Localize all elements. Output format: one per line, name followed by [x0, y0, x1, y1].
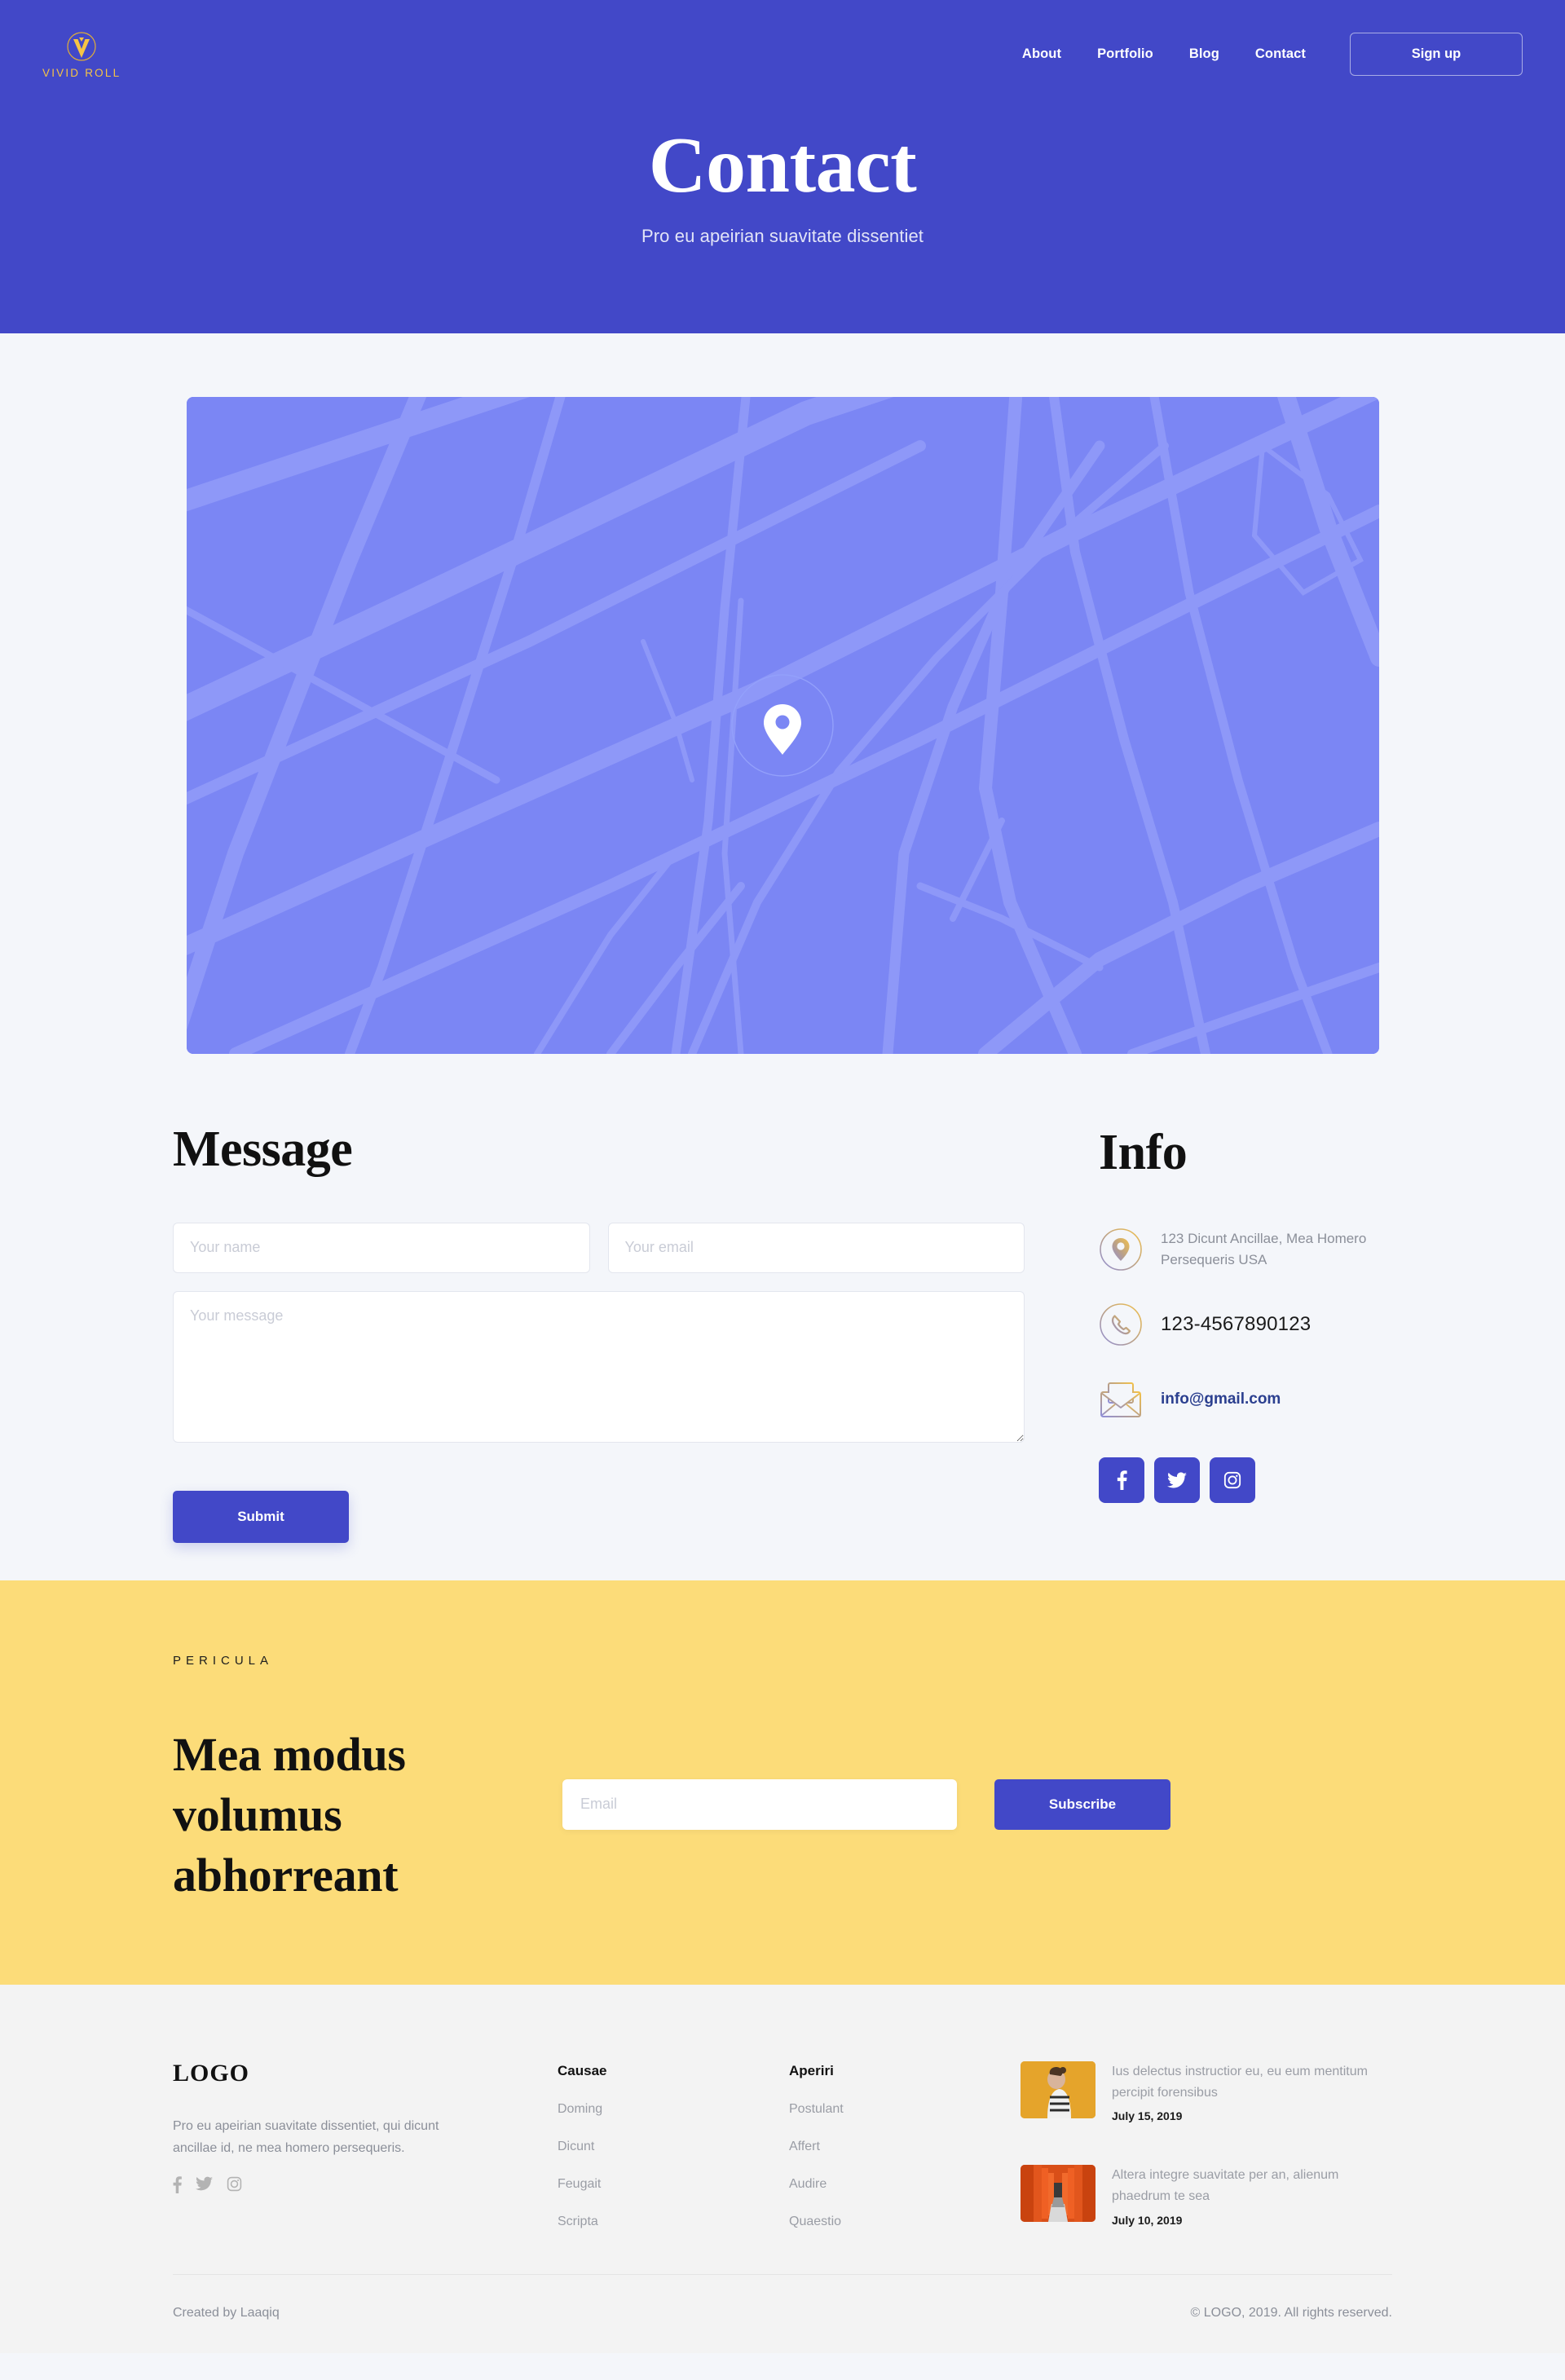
info-item-email: info@gmail.com	[1099, 1377, 1392, 1421]
phone-text: 123-4567890123	[1161, 1312, 1312, 1335]
hero-section: VIVID ROLL About Portfolio Blog Contact …	[0, 0, 1565, 333]
info-item-phone: 123-4567890123	[1099, 1302, 1392, 1346]
brand-logo[interactable]: VIVID ROLL	[42, 29, 121, 79]
footer-link-doming[interactable]: Doming	[558, 2102, 712, 2117]
info-social-row	[1099, 1457, 1392, 1503]
address-text: 123 Dicunt Ancillae, Mea Homero Perseque…	[1161, 1230, 1367, 1267]
footer-link-quaestio[interactable]: Quaestio	[789, 2215, 944, 2229]
footer-social-row	[173, 2175, 481, 2197]
footer-brand: LOGO Pro eu apeirian suavitate dissentie…	[173, 2060, 481, 2270]
facebook-icon	[1117, 1470, 1127, 1490]
name-email-row	[173, 1222, 1025, 1273]
contact-section: Message Submit Info	[0, 1053, 1565, 1580]
newsletter-email-input[interactable]	[562, 1778, 957, 1830]
info-column: Info 123 Dicunt Ancillae, Mea Homero Per…	[1099, 1121, 1392, 1543]
subscribe-button[interactable]: Subscribe	[994, 1778, 1170, 1830]
instagram-icon	[1223, 1471, 1241, 1488]
footer-facebook-icon[interactable]	[173, 2175, 182, 2197]
map-section	[0, 333, 1565, 1054]
nav-item-blog[interactable]: Blog	[1189, 46, 1219, 62]
footer-link-scripta[interactable]: Scripta	[558, 2215, 712, 2229]
brand-name: VIVID ROLL	[42, 66, 121, 79]
footer-twitter-icon[interactable]	[196, 2176, 213, 2197]
footer-instagram-icon[interactable]	[227, 2176, 242, 2197]
main-nav: About Portfolio Blog Contact	[1022, 46, 1306, 62]
info-heading: Info	[1099, 1124, 1188, 1180]
post-item[interactable]: Ius delectus instructior eu, eu eum ment…	[1021, 2060, 1392, 2123]
footer-recent-posts: Ius delectus instructior eu, eu eum ment…	[1021, 2060, 1392, 2270]
info-list: 123 Dicunt Ancillae, Mea Homero Perseque…	[1099, 1227, 1392, 1421]
phone-icon	[1099, 1302, 1143, 1346]
post-title: Ius delectus instructior eu, eu eum ment…	[1112, 2064, 1368, 2100]
footer-logo: LOGO	[173, 2059, 250, 2087]
nav-item-portfolio[interactable]: Portfolio	[1097, 46, 1153, 62]
email-link[interactable]: info@gmail.com	[1161, 1391, 1281, 1408]
envelope-icon	[1099, 1377, 1143, 1421]
page-title: Contact	[648, 121, 917, 209]
social-facebook-button[interactable]	[1099, 1457, 1144, 1503]
info-item-address: 123 Dicunt Ancillae, Mea Homero Perseque…	[1099, 1227, 1392, 1272]
footer-column-aperiri: Aperiri Postulant Affert Audire Quaestio	[789, 2060, 944, 2270]
submit-button[interactable]: Submit	[173, 1490, 349, 1543]
nav-item-about[interactable]: About	[1022, 46, 1061, 62]
post-date: July 10, 2019	[1112, 2214, 1183, 2228]
page-root: VIVID ROLL About Portfolio Blog Contact …	[0, 0, 1565, 2354]
newsletter-form: Subscribe	[562, 1778, 1170, 1830]
hero-body: Contact Pro eu apeirian suavitate dissen…	[0, 90, 1565, 333]
signup-button[interactable]: Sign up	[1350, 32, 1523, 76]
message-form-column: Message Submit	[173, 1121, 1025, 1543]
social-twitter-button[interactable]	[1154, 1457, 1200, 1503]
newsletter-copy: PERICULA Mea modus volumus abhorreant	[173, 1651, 562, 1906]
post-title: Altera integre suavitate per an, alienum…	[1112, 2168, 1339, 2204]
footer-link-feugait[interactable]: Feugait	[558, 2177, 712, 2192]
email-input[interactable]	[607, 1222, 1025, 1273]
map-embed[interactable]	[186, 396, 1379, 1054]
footer-description: Pro eu apeirian suavitate dissentiet, qu…	[173, 2118, 439, 2156]
newsletter-section: PERICULA Mea modus volumus abhorreant Su…	[0, 1580, 1565, 1985]
location-pin-icon	[1099, 1227, 1143, 1272]
social-instagram-button[interactable]	[1210, 1457, 1255, 1503]
copyright-text: © LOGO, 2019. All rights reserved.	[1190, 2306, 1392, 2320]
post-item[interactable]: Altera integre suavitate per an, alienum…	[1021, 2165, 1392, 2227]
footer-column-title: Aperiri	[789, 2062, 834, 2078]
navbar: VIVID ROLL About Portfolio Blog Contact …	[0, 0, 1565, 90]
created-by-text: Created by Laaqiq	[173, 2306, 280, 2320]
twitter-icon	[1167, 1472, 1187, 1488]
nav-right: About Portfolio Blog Contact Sign up	[1022, 32, 1523, 76]
newsletter-kicker: PERICULA	[173, 1653, 274, 1668]
message-textarea[interactable]	[173, 1290, 1025, 1443]
footer-bottom-bar: Created by Laaqiq © LOGO, 2019. All righ…	[173, 2274, 1392, 2353]
footer-link-affert[interactable]: Affert	[789, 2140, 944, 2154]
footer-link-audire[interactable]: Audire	[789, 2177, 944, 2192]
post-date: July 15, 2019	[1112, 2109, 1183, 2123]
newsletter-heading: Mea modus volumus abhorreant	[173, 1727, 406, 1902]
footer-column-causae: Causae Doming Dicunt Feugait Scripta	[558, 2060, 712, 2270]
footer: LOGO Pro eu apeirian suavitate dissentie…	[0, 1984, 1565, 2354]
post-thumbnail	[1021, 2060, 1096, 2118]
vivid-roll-v-icon	[64, 29, 99, 65]
footer-link-dicunt[interactable]: Dicunt	[558, 2140, 712, 2154]
post-thumbnail	[1021, 2165, 1096, 2223]
message-heading: Message	[173, 1121, 353, 1177]
name-input[interactable]	[173, 1222, 590, 1273]
footer-column-title: Causae	[558, 2062, 607, 2078]
nav-item-contact[interactable]: Contact	[1255, 46, 1306, 62]
footer-link-postulant[interactable]: Postulant	[789, 2102, 944, 2117]
hero-subtitle: Pro eu apeirian suavitate dissentiet	[641, 225, 924, 246]
